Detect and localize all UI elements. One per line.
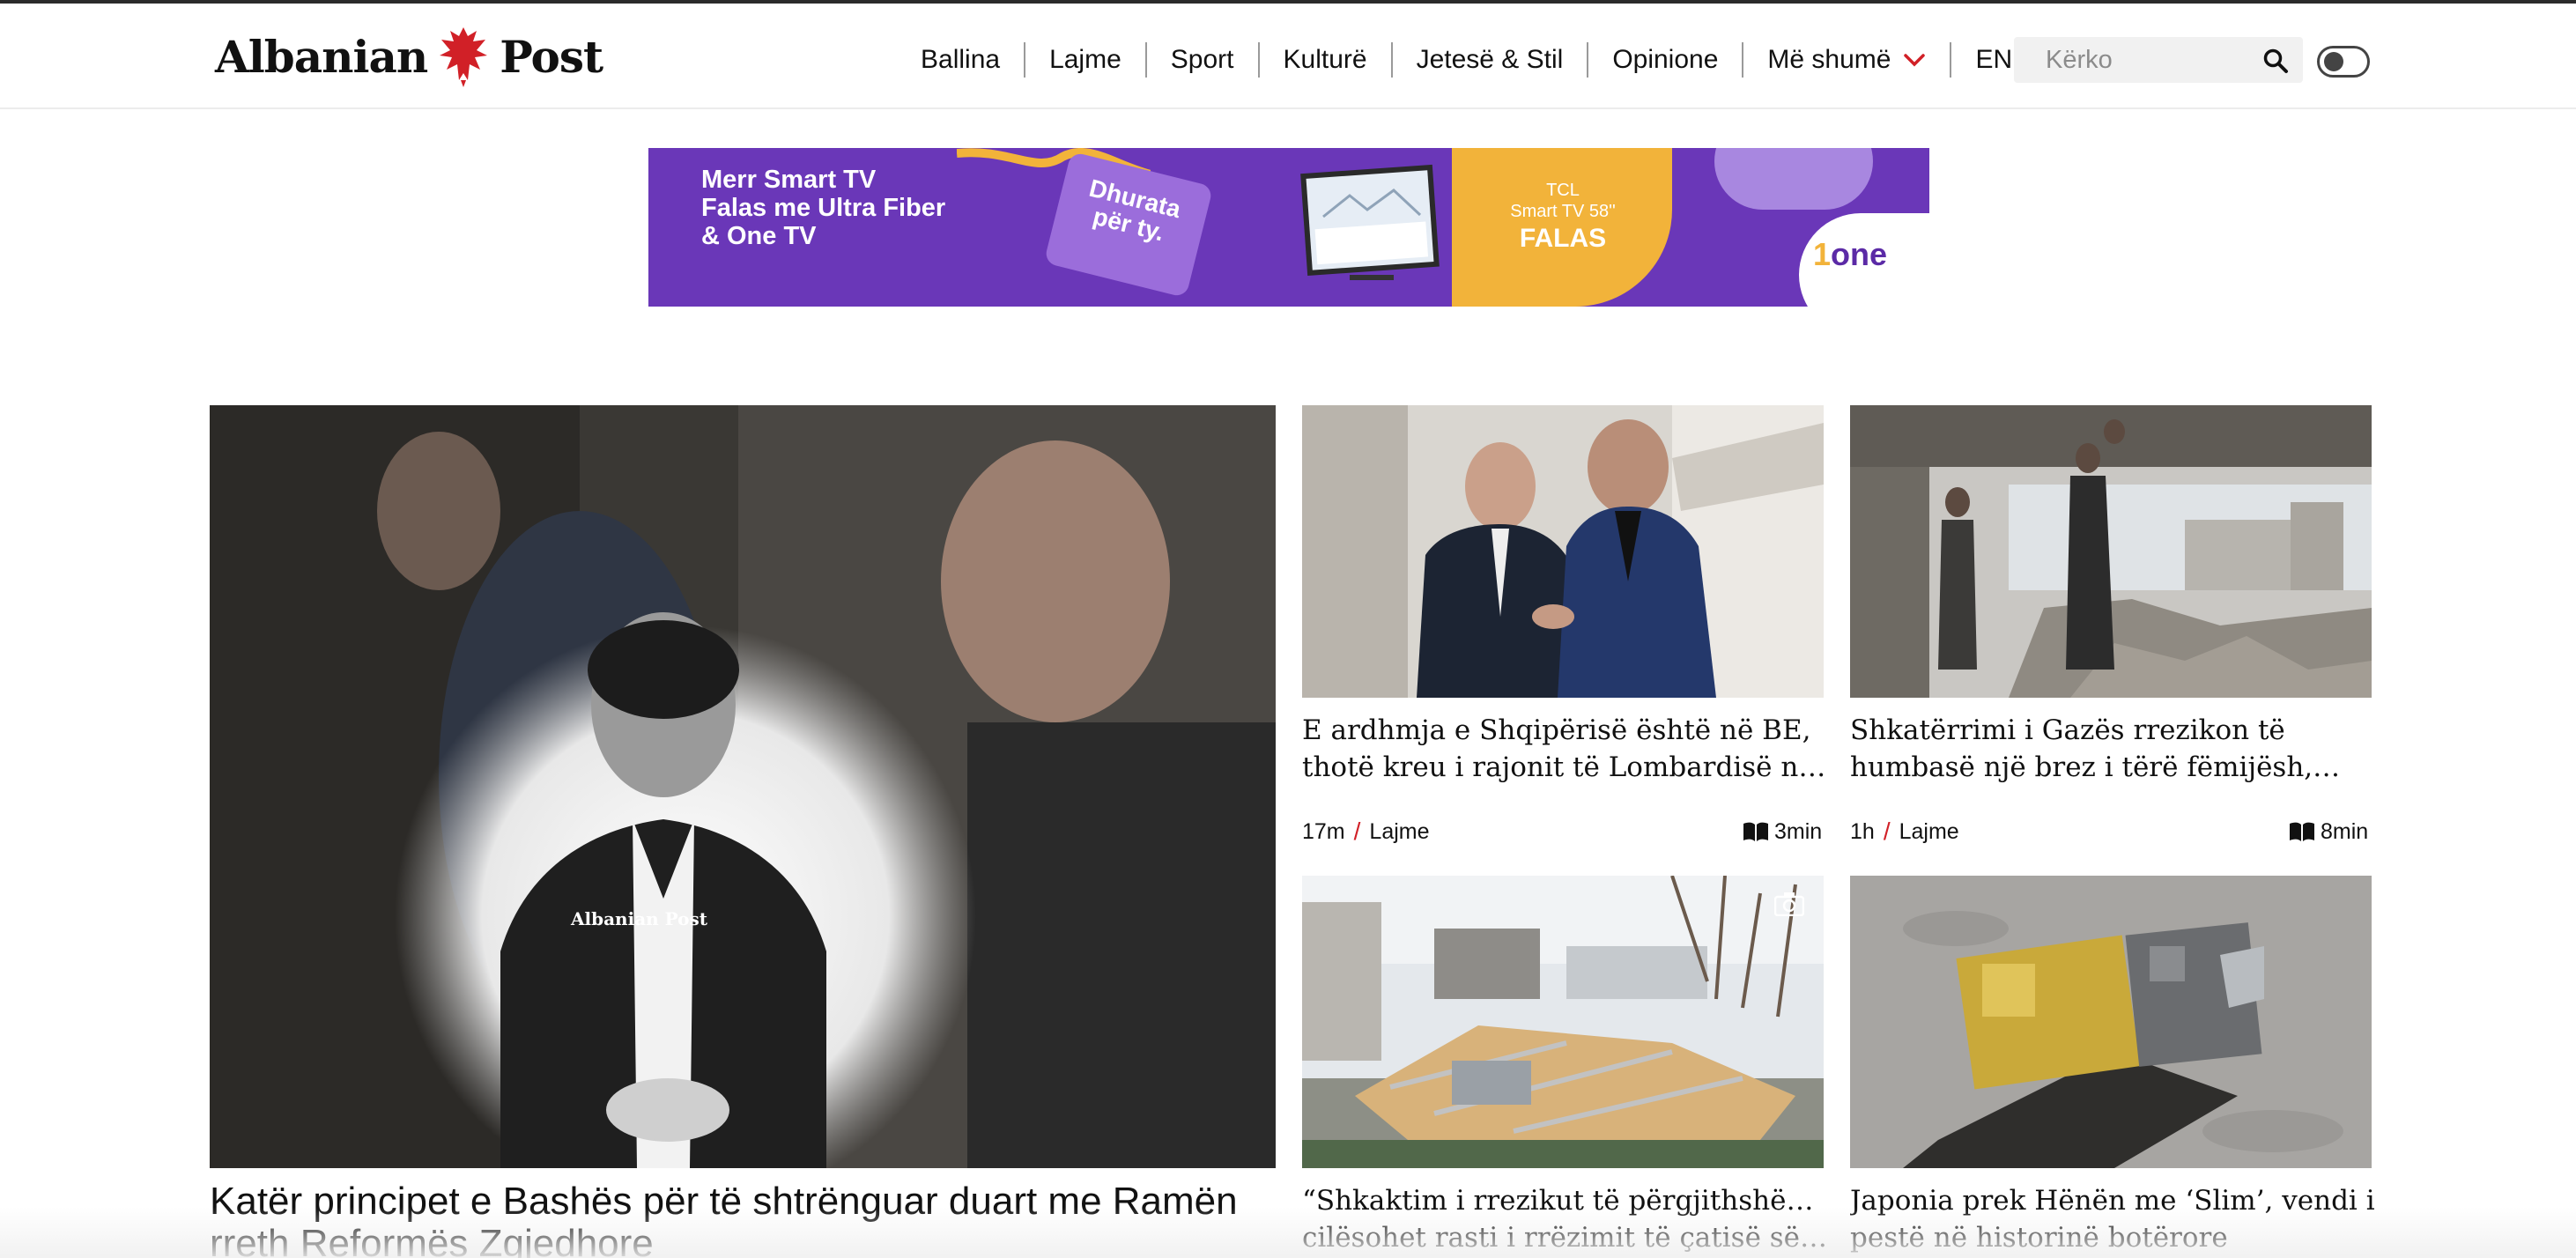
banner-headline: Merr Smart TV Falas me Ultra Fiber & One… — [701, 166, 945, 250]
dark-mode-toggle[interactable] — [2317, 46, 2370, 78]
article-title[interactable]: Shkatërrimi i Gazës rrezikon të humbasë … — [1850, 712, 2379, 791]
tv-offer-label: FALAS — [1519, 224, 1607, 253]
gift-tag: Dhurata për ty. — [1043, 151, 1214, 299]
chevron-down-icon — [1904, 54, 1926, 67]
article-title-line-2: cilësohet rasti i rrëzimit të çatisë së… — [1302, 1222, 1828, 1254]
nav-item-jetese-stil[interactable]: Jetesë & Stil — [1393, 42, 1589, 78]
article-image[interactable] — [1850, 876, 2372, 1168]
nav-item-me-shume-label: Më shumë — [1767, 45, 1891, 74]
tv-brand: TCL — [1546, 181, 1580, 200]
article-photo-roof-collapse — [1302, 876, 1824, 1168]
book-icon — [2290, 822, 2314, 841]
one-brand-logo: 1one — [1813, 236, 1887, 273]
site-logo[interactable]: Albanian Post — [215, 21, 603, 92]
search-box — [2014, 37, 2303, 83]
one-brand-number: 1 — [1813, 236, 1832, 272]
article-image[interactable] — [1302, 876, 1824, 1168]
hero-photo: Albanian Post — [210, 405, 1276, 1168]
nav-item-me-shume[interactable]: Më shumë — [1743, 42, 1952, 78]
read-time-value: 3min — [1774, 818, 1823, 844]
article-title[interactable]: E ardhmja e Shqipërisë është në BE, thot… — [1302, 712, 1831, 791]
article-read-time: 8min — [2289, 816, 2368, 847]
article-meta: 1h / Lajme — [1850, 816, 1959, 847]
tv-model: Smart TV 58'' — [1510, 202, 1616, 221]
one-brand-text: one — [1831, 236, 1888, 272]
camera-icon — [1774, 892, 1804, 916]
article-image[interactable] — [1850, 405, 2372, 698]
article-title[interactable]: Japonia prek Hënën me ‘Slim’, vendi i pe… — [1850, 1182, 2379, 1258]
article-read-time: 3min — [1743, 816, 1822, 847]
banner-line-1: Merr Smart TV — [701, 166, 877, 194]
book-icon — [1743, 822, 1768, 841]
meta-separator: / — [1883, 818, 1891, 845]
nav-item-lajme[interactable]: Lajme — [1025, 42, 1147, 78]
article-title-line-2: thotë kreu i rajonit të Lombardisë në… — [1302, 751, 1831, 783]
article-title-line-1: Japonia prek Hënën me ‘Slim’, vendi i — [1850, 1185, 2375, 1217]
toggle-knob — [2324, 52, 2343, 71]
read-time-value: 8min — [2321, 818, 2369, 844]
main-nav: Ballina Lajme Sport Kulturë Jetesë & Sti… — [897, 35, 2032, 85]
banner-lavender-shape — [1714, 148, 1873, 210]
banner-line-3: & One TV — [701, 222, 817, 250]
article-meta: 17m / Lajme — [1302, 816, 1430, 847]
logo-text-left: Albanian — [215, 30, 428, 83]
nav-item-opinione[interactable]: Opinione — [1588, 42, 1744, 78]
meta-separator: / — [1353, 818, 1361, 845]
hero-title-line-2: rreth Reformës Zgjedhore — [210, 1222, 654, 1258]
article-title-line-1: “Shkaktim i rrezikut të përgjithshëm”, — [1302, 1185, 1831, 1217]
svg-text:Albanian Post: Albanian Post — [570, 908, 708, 929]
eagle-logo-icon — [440, 27, 488, 87]
article-photo-gaza — [1850, 405, 2372, 698]
article-title-line-1: Shkatërrimi i Gazës rrezikon të — [1850, 714, 2285, 746]
article-category[interactable]: Lajme — [1369, 819, 1429, 845]
hero-article-image[interactable]: Albanian Post — [210, 405, 1276, 1168]
tv-image — [1300, 164, 1440, 280]
article-title-line-2: humbasë një brez i tërë fëmijësh,… — [1850, 751, 2341, 783]
search-input[interactable] — [2014, 37, 2252, 83]
nav-item-ballina[interactable]: Ballina — [897, 42, 1026, 78]
article-category[interactable]: Lajme — [1899, 819, 1959, 845]
article-photo-moon-lander — [1850, 876, 2372, 1168]
tv-offer: TCL Smart TV 58'' FALAS — [1492, 180, 1633, 255]
search-icon[interactable] — [2262, 48, 2289, 74]
advertisement-banner[interactable]: Merr Smart TV Falas me Ultra Fiber & One… — [648, 148, 1929, 307]
hero-title-line-1: Katër principet e Bashës për të shtrëngu… — [210, 1180, 1238, 1223]
article-title-line-1: E ardhmja e Shqipërisë është në BE, — [1302, 714, 1811, 746]
logo-text-right: Post — [500, 30, 603, 83]
banner-line-2: Falas me Ultra Fiber — [701, 194, 946, 222]
hero-article-title[interactable]: Katër principet e Bashës për të shtrëngu… — [210, 1180, 1293, 1258]
nav-item-kulture[interactable]: Kulturë — [1260, 42, 1393, 78]
article-photo-handshake — [1302, 405, 1824, 698]
article-title[interactable]: “Shkaktim i rrezikut të përgjithshëm”, c… — [1302, 1182, 1831, 1258]
article-image[interactable] — [1302, 405, 1824, 698]
article-time: 1h — [1850, 818, 1875, 844]
article-time: 17m — [1302, 818, 1345, 844]
article-title-line-2: pestë në historinë botërore — [1850, 1222, 2228, 1254]
nav-item-sport[interactable]: Sport — [1147, 42, 1260, 78]
site-header: Albanian Post Ballina Lajme Sport Kultur… — [0, 4, 2576, 109]
